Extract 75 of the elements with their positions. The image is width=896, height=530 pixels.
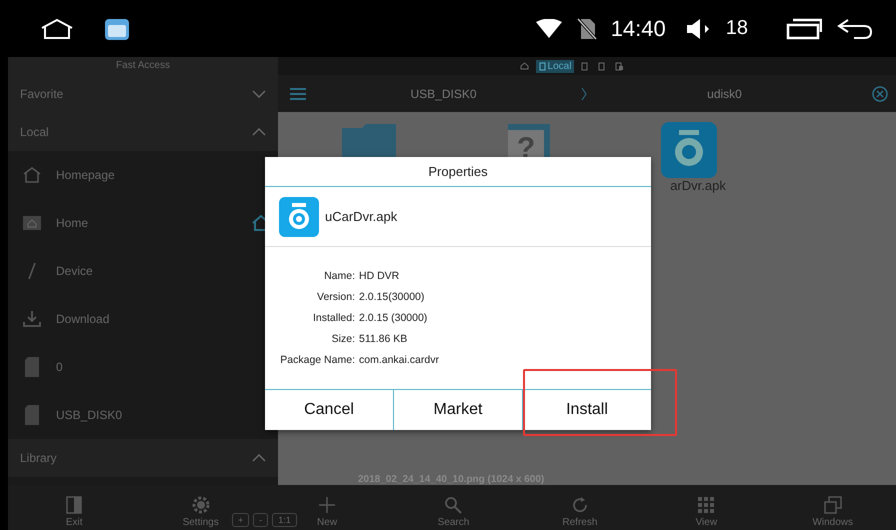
- sidebar-label: Device: [56, 264, 93, 278]
- path-crumb[interactable]: udisk0: [587, 86, 862, 100]
- settings-icon: [192, 496, 210, 514]
- toolbar-button[interactable]: Exit: [66, 485, 83, 530]
- grid-icon: [697, 496, 716, 514]
- sd-card-icon: [22, 405, 42, 425]
- clock-time: 14:40: [610, 16, 666, 42]
- sidebar-label: USB_DISK0: [56, 408, 122, 422]
- sidebar-label: Homepage: [56, 168, 115, 182]
- sidebar-item[interactable]: Download: [8, 295, 278, 343]
- sidebar-item[interactable]: Device: [8, 247, 278, 295]
- zoom-button[interactable]: 1:1: [272, 513, 297, 527]
- download-icon: [22, 310, 42, 328]
- exit-icon: [66, 496, 82, 514]
- windows-icon: [824, 496, 842, 514]
- property-value: HD DVR: [359, 270, 400, 282]
- section-header[interactable]: Local: [8, 113, 278, 151]
- volume-level: 18: [726, 17, 748, 40]
- sidebar-label: 0: [56, 360, 63, 374]
- sidebar-label: Download: [56, 312, 110, 326]
- house-icon: [22, 166, 42, 184]
- toolbar-button[interactable]: View: [696, 485, 718, 530]
- toolbar-button[interactable]: Windows: [812, 485, 854, 530]
- section-title: Local: [20, 125, 49, 139]
- chevron-right-icon: [581, 86, 587, 100]
- menu-icon[interactable]: [290, 88, 306, 100]
- file-name: uCarDvr.apk: [325, 209, 398, 224]
- property-value: 2.0.15 (30000): [359, 312, 428, 324]
- section-title: Library: [20, 451, 57, 465]
- home-icon: [520, 62, 529, 70]
- sd-card-icon: [22, 357, 42, 377]
- plus-icon: [318, 496, 336, 514]
- section-header[interactable]: Library: [8, 439, 278, 477]
- phone-icon: [581, 62, 588, 70]
- section-header[interactable]: Favorite: [8, 75, 278, 113]
- sidebar-label: Home: [56, 216, 88, 230]
- fast-access-header: Fast Access: [8, 57, 278, 75]
- file-name: arDvr.apk: [670, 178, 726, 193]
- toolbar-button[interactable]: Refresh: [562, 485, 598, 530]
- sidebar-item[interactable]: 0: [8, 343, 278, 391]
- wifi-icon: [534, 18, 563, 38]
- path-crumb[interactable]: USB_DISK0: [306, 86, 581, 100]
- toolbar-button[interactable]: Settings: [182, 485, 219, 530]
- property-label: Size:: [330, 333, 355, 345]
- zoom-button[interactable]: -: [253, 513, 268, 527]
- dialog-title: Properties: [265, 157, 651, 187]
- dashcam-app-icon[interactable]: [661, 122, 717, 178]
- zoom-button[interactable]: +: [232, 513, 250, 527]
- refresh-icon: [570, 496, 589, 514]
- toolbar-button[interactable]: New: [317, 485, 338, 530]
- dialog-button[interactable]: Cancel: [265, 390, 393, 430]
- property-label: Installed:: [312, 312, 355, 324]
- recent-apps-icon[interactable]: [786, 18, 822, 40]
- property-label: Version:: [316, 291, 355, 303]
- property-label: Package Name:: [279, 354, 355, 366]
- dialog-button[interactable]: Market: [393, 390, 522, 430]
- location-tab[interactable]: Local: [536, 60, 574, 72]
- property-value: 511.86 KB: [359, 333, 408, 345]
- property-label: Name:: [323, 270, 355, 282]
- dialog-button[interactable]: Install: [522, 390, 651, 430]
- back-icon[interactable]: [836, 18, 874, 40]
- no-sim-icon: [576, 18, 597, 40]
- property-value: com.ankai.cardvr: [359, 354, 440, 366]
- home-icon[interactable]: [40, 18, 74, 40]
- section-title: Favorite: [20, 87, 64, 101]
- home-folder-icon: [22, 215, 42, 231]
- volume-icon[interactable]: [686, 18, 712, 38]
- phone-icon: [538, 62, 546, 70]
- network-device-icon: [615, 62, 624, 70]
- property-value: 2.0.15(30000): [359, 291, 426, 303]
- toolbar-button[interactable]: Search: [438, 485, 470, 530]
- search-icon: [444, 496, 462, 514]
- phone-icon: [598, 62, 606, 70]
- dashcam-app-icon: [279, 196, 319, 236]
- close-icon[interactable]: [872, 86, 888, 102]
